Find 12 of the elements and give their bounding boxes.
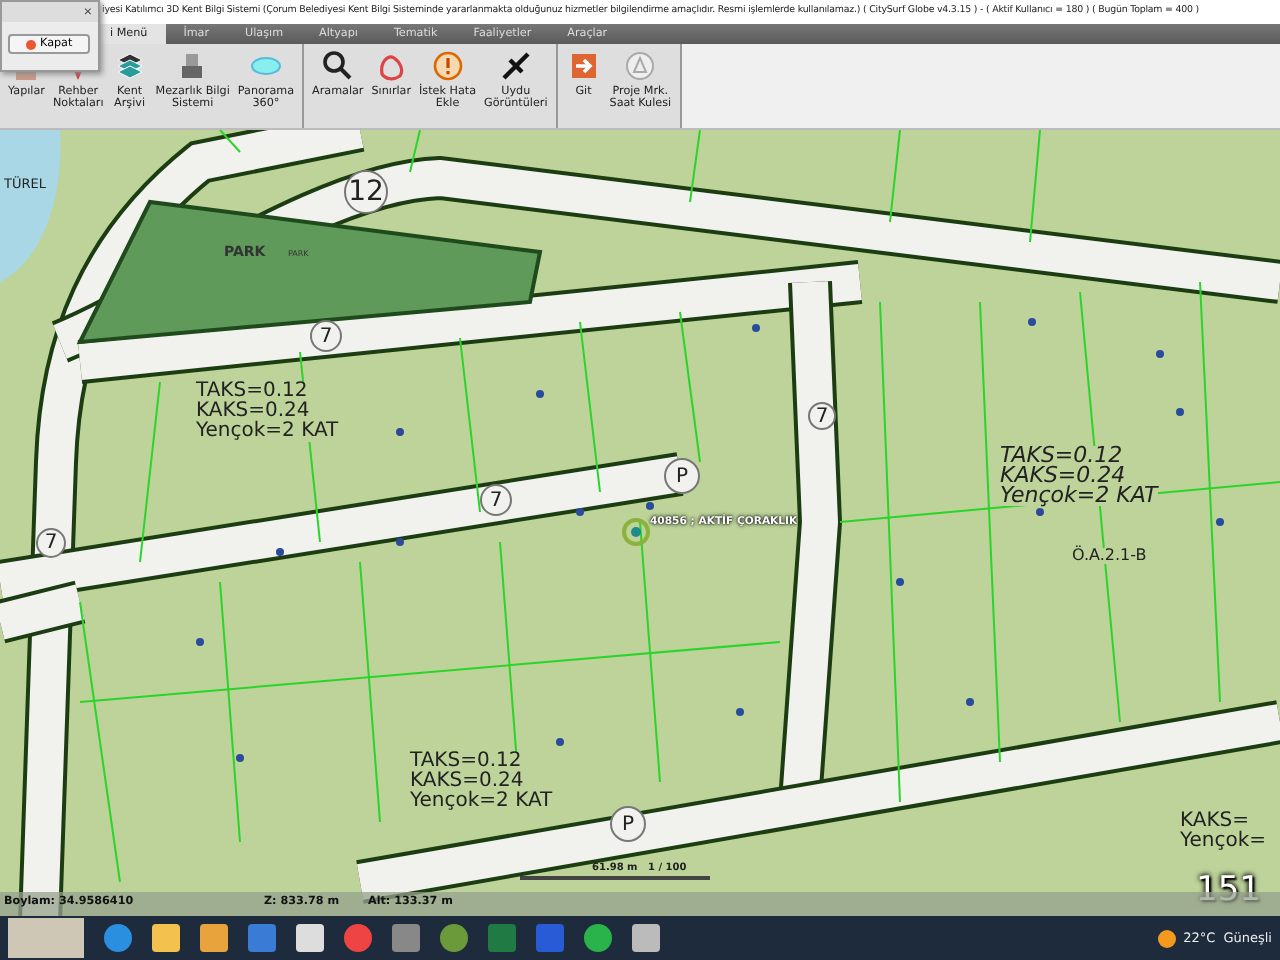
zoning-text: TAKS=0.12 KAKS=0.24 Yençok=2 KAT [1000, 446, 1158, 506]
satellite-icon [499, 50, 532, 82]
layers-icon [113, 50, 146, 82]
sun-icon [1157, 929, 1176, 947]
wallpaper-thumbnail [8, 918, 84, 958]
zoning-text: TAKS=0.12 KAKS=0.24 Yençok=2 KAT [196, 382, 339, 442]
search-icon [321, 50, 354, 82]
zone-code-label: Ö.A.2.1-B [1072, 548, 1147, 564]
frame-counter: 151 [1196, 874, 1261, 908]
zoning-text: TAKS=0.12 KAKS=0.24 Yençok=2 KAT [410, 752, 553, 812]
zoning-text: KAKS= Yençok= [1180, 812, 1267, 852]
warning-icon [431, 50, 464, 82]
